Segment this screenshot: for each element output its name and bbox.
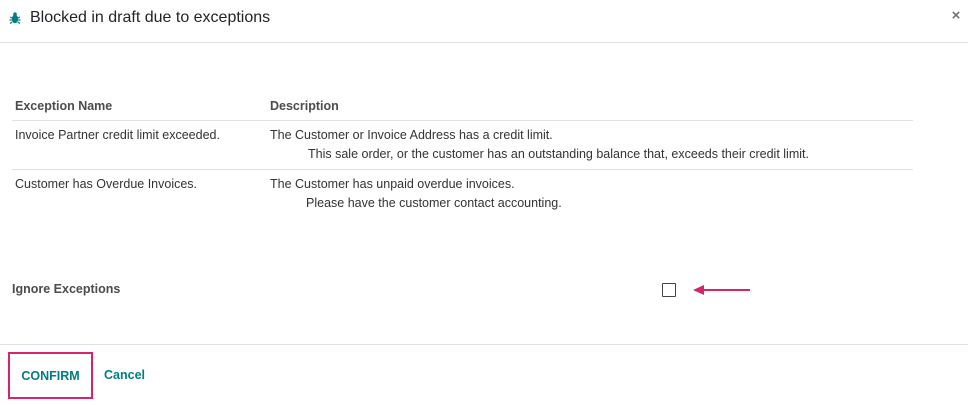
ignore-exceptions-label: Ignore Exceptions [12,282,121,296]
column-header-description[interactable]: Description [267,92,913,121]
description-cell: The Customer has unpaid overdue invoices… [267,170,913,219]
column-header-exception-name[interactable]: Exception Name [12,92,267,121]
description-line: This sale order, or the customer has an … [308,147,809,161]
exceptions-table: Exception Name Description Invoice Partn… [12,92,913,218]
bug-icon [9,12,21,24]
dialog-header: Blocked in draft due to exceptions × [0,0,968,43]
exception-name-cell: Invoice Partner credit limit exceeded. [12,120,267,170]
confirm-button[interactable]: CONFIRM [8,352,93,399]
description-line: Please have the customer contact account… [306,196,562,210]
description-cell: The Customer or Invoice Address has a cr… [267,120,913,170]
cancel-button[interactable]: Cancel [104,368,145,382]
dialog-footer [0,344,968,405]
table-row[interactable]: Customer has Overdue Invoices. The Custo… [12,170,913,219]
description-line: The Customer has unpaid overdue invoices… [270,177,515,191]
exception-name-cell: Customer has Overdue Invoices. [15,177,198,191]
arrow-left-icon [693,285,750,295]
dialog-title: Blocked in draft due to exceptions [30,9,271,26]
table-row[interactable]: Invoice Partner credit limit exceeded. T… [12,120,913,170]
description-line: The Customer or Invoice Address has a cr… [270,128,553,142]
close-button[interactable]: × [948,7,964,27]
ignore-exceptions-checkbox[interactable] [662,283,676,297]
table-header-row: Exception Name Description [12,92,913,121]
